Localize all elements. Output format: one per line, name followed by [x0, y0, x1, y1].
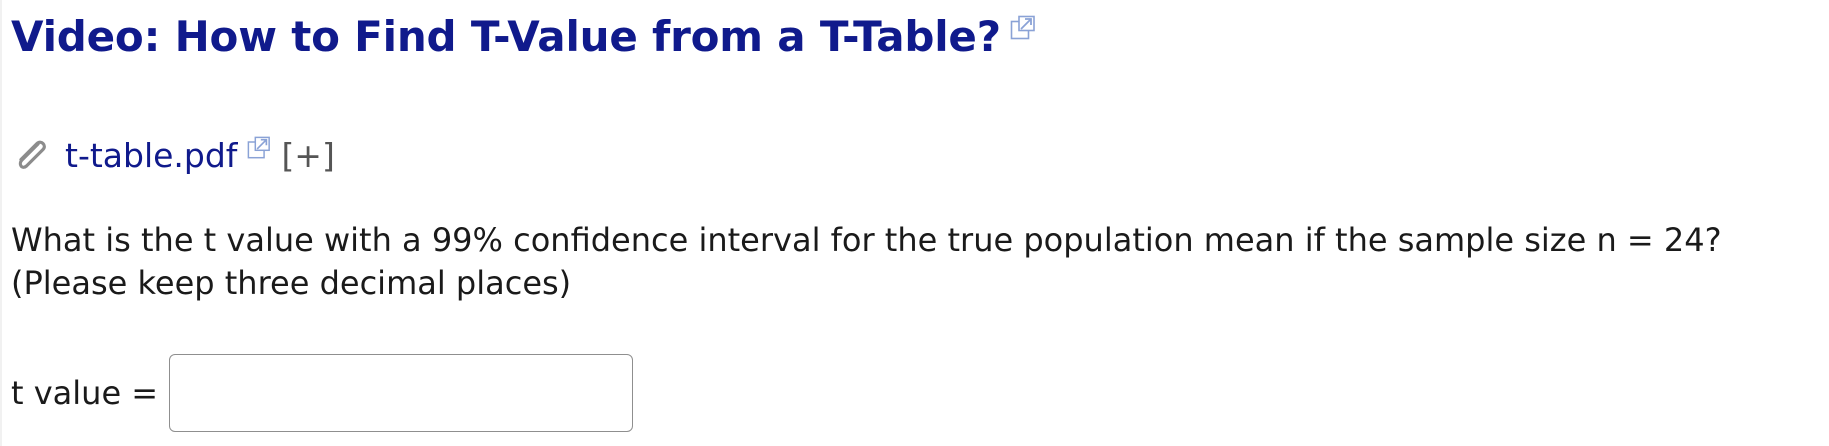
- left-border: [0, 0, 2, 446]
- attachment-expand-toggle[interactable]: [+]: [281, 136, 334, 175]
- attachment-row: t-table.pdf [+]: [11, 135, 335, 175]
- video-title-row: Video: How to Find T-Value from a T-Tabl…: [11, 12, 1036, 61]
- attachment-file-link[interactable]: t-table.pdf: [65, 136, 237, 175]
- external-link-icon[interactable]: [1010, 15, 1036, 45]
- answer-label: t value =: [11, 374, 159, 412]
- paperclip-icon: [11, 135, 51, 175]
- external-link-icon[interactable]: [247, 136, 271, 164]
- t-value-input[interactable]: [169, 354, 634, 432]
- question-text: What is the t value with a 99% confidenc…: [11, 219, 1722, 305]
- question-instruction: (Please keep three decimal places): [11, 264, 572, 302]
- video-title-link[interactable]: Video: How to Find T-Value from a T-Tabl…: [11, 12, 1001, 61]
- answer-row: t value =: [11, 354, 634, 432]
- question-line: What is the t value with a 99% confidenc…: [11, 221, 1722, 259]
